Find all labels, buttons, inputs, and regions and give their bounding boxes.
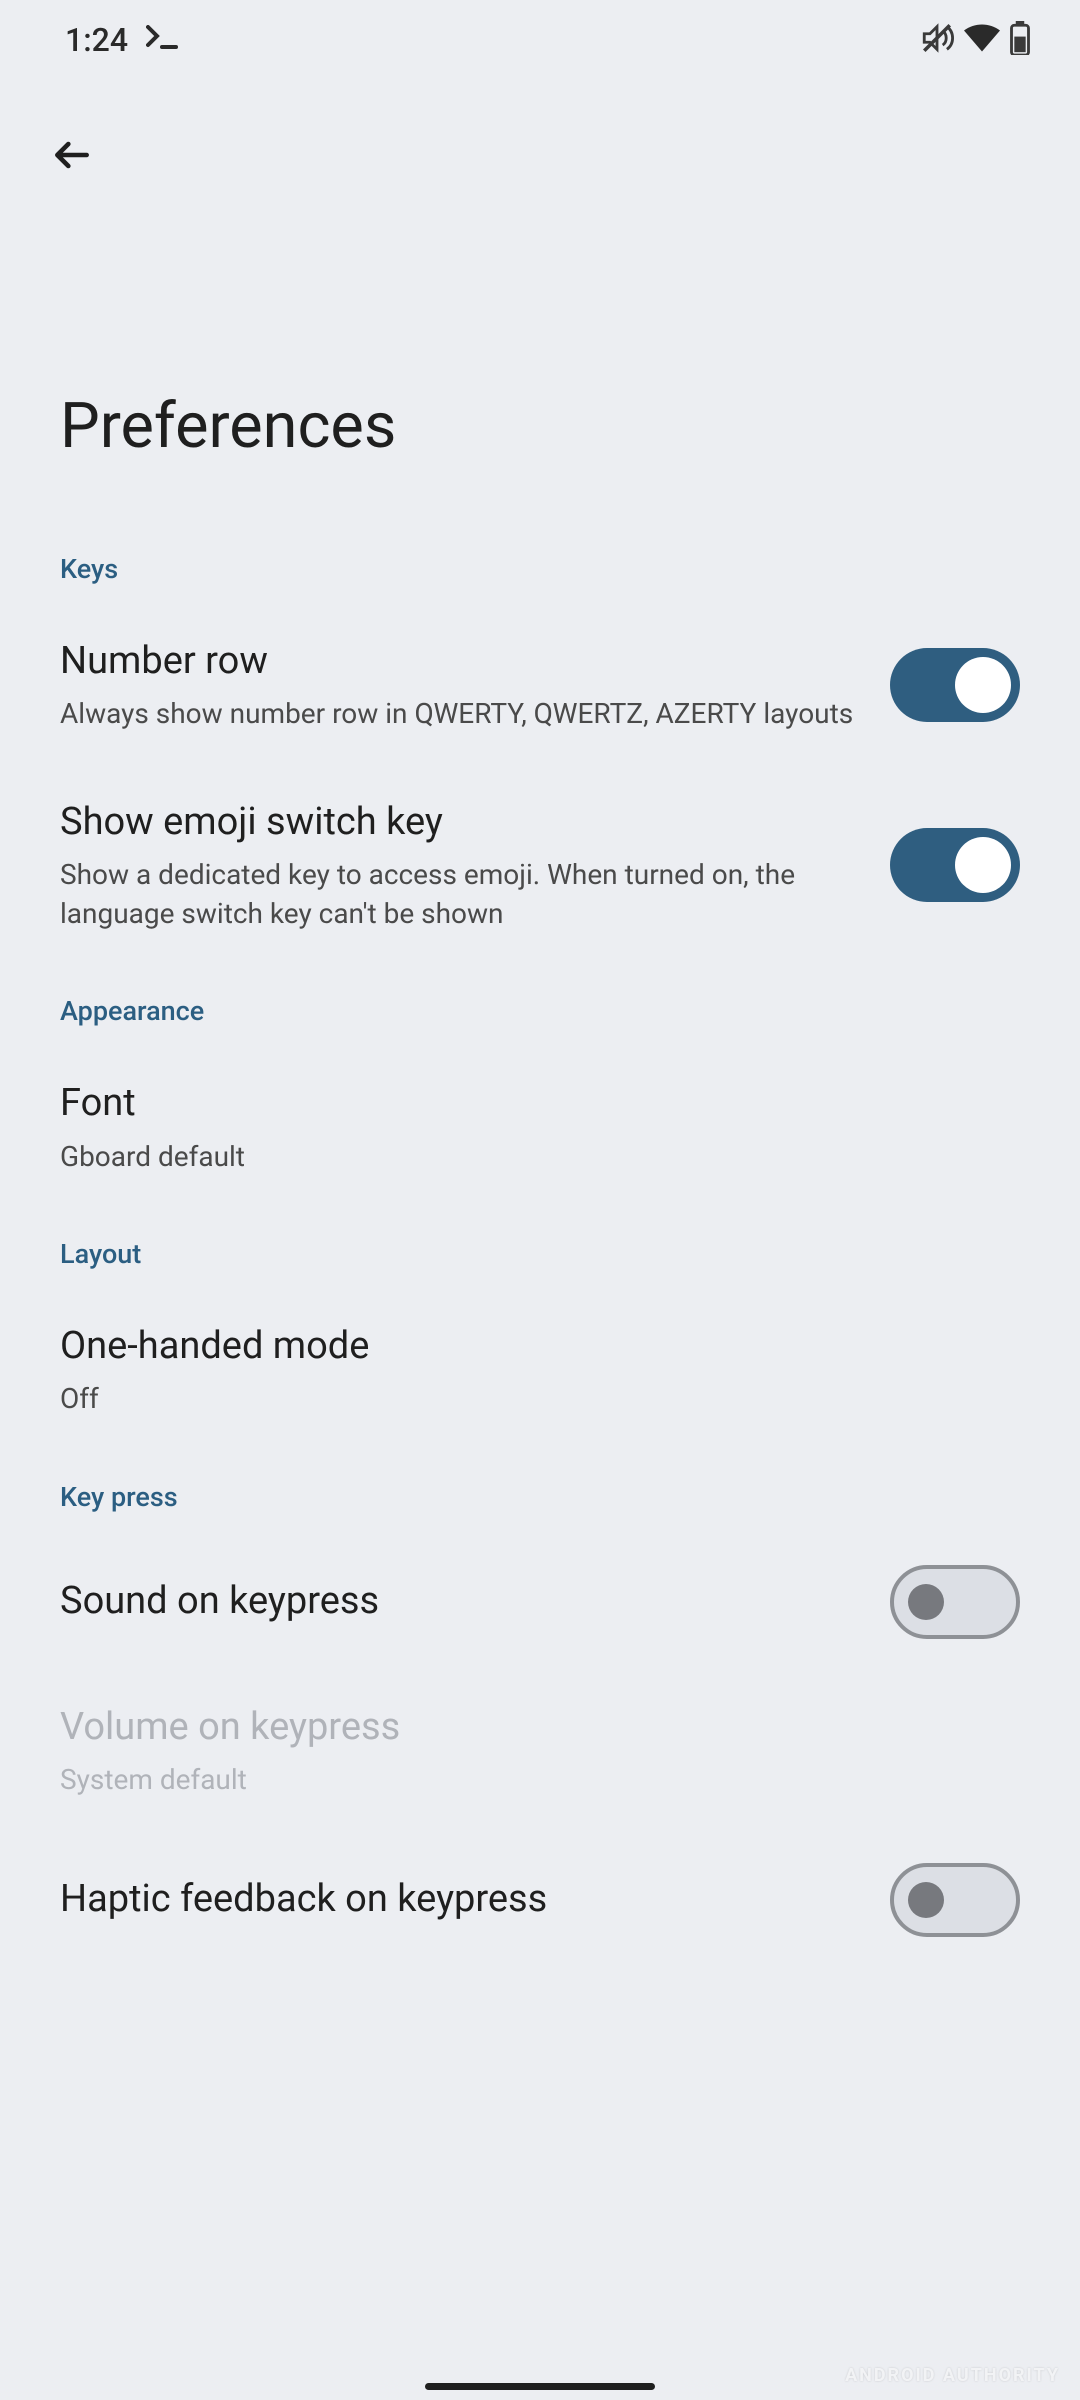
setting-title: One-handed mode [60,1322,990,1371]
header [0,80,1080,190]
setting-font[interactable]: Font Gboard default [0,1047,1080,1208]
status-bar: 1:24 [0,0,1080,80]
setting-text: Volume on keypress System default [60,1703,1020,1800]
status-time: 1:24 [65,21,128,59]
setting-haptic-keypress[interactable]: Haptic feedback on keypress [0,1831,1080,1969]
battery-icon [1010,21,1030,59]
toggle-sound-keypress[interactable] [890,1565,1020,1639]
setting-title: Volume on keypress [60,1703,990,1752]
section-header-keypress: Key press [0,1451,1080,1533]
setting-text: Sound on keypress [60,1577,890,1626]
setting-text: Haptic feedback on keypress [60,1875,890,1924]
setting-volume-keypress: Volume on keypress System default [0,1671,1080,1832]
setting-subtitle: Off [60,1379,990,1418]
section-header-layout: Layout [0,1208,1080,1290]
toggle-knob [955,657,1011,713]
setting-subtitle: System default [60,1760,990,1799]
section-header-appearance: Appearance [0,965,1080,1047]
setting-title: Sound on keypress [60,1577,860,1626]
back-button[interactable] [40,120,110,190]
setting-title: Font [60,1079,990,1128]
setting-title: Number row [60,637,860,686]
setting-subtitle: Show a dedicated key to access emoji. Wh… [60,855,860,933]
arrow-back-icon [50,133,94,177]
setting-title: Show emoji switch key [60,798,860,847]
status-right [920,21,1030,59]
setting-one-handed[interactable]: One-handed mode Off [0,1290,1080,1451]
setting-text: One-handed mode Off [60,1322,1020,1419]
toggle-knob [908,1882,944,1918]
page-title: Preferences [0,190,1080,523]
section-header-keys: Keys [0,523,1080,605]
setting-number-row[interactable]: Number row Always show number row in QWE… [0,605,1080,766]
watermark: ANDROID AUTHORITY [845,2365,1060,2386]
setting-text: Font Gboard default [60,1079,1020,1176]
terminal-icon [146,25,182,55]
setting-sound-keypress[interactable]: Sound on keypress [0,1533,1080,1671]
toggle-emoji-switch[interactable] [890,828,1020,902]
toggle-haptic-keypress[interactable] [890,1863,1020,1937]
nav-handle[interactable] [425,2383,655,2390]
setting-title: Haptic feedback on keypress [60,1875,860,1924]
setting-text: Number row Always show number row in QWE… [60,637,890,734]
setting-emoji-switch[interactable]: Show emoji switch key Show a dedicated k… [0,766,1080,966]
toggle-knob [955,837,1011,893]
wifi-icon [964,24,1000,56]
mute-icon [920,21,954,59]
toggle-number-row[interactable] [890,648,1020,722]
setting-subtitle: Gboard default [60,1137,990,1176]
toggle-knob [908,1584,944,1620]
setting-subtitle: Always show number row in QWERTY, QWERTZ… [60,694,860,733]
status-left: 1:24 [65,21,182,59]
setting-text: Show emoji switch key Show a dedicated k… [60,798,890,934]
